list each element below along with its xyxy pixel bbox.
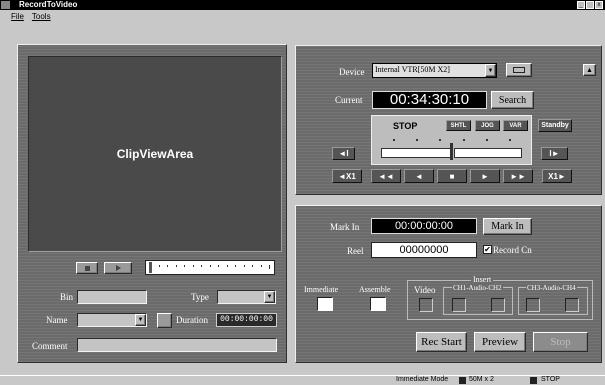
reel-label: Reel <box>347 246 364 256</box>
type-label: Type <box>191 292 209 302</box>
menu-file[interactable]: File <box>11 12 24 21</box>
play-button[interactable]: ► <box>470 169 500 183</box>
shtl-button[interactable]: SHTL <box>446 120 471 131</box>
slider-ticks <box>150 265 270 269</box>
stop-button[interactable]: ■ <box>437 169 467 183</box>
status-state-icon <box>530 377 537 384</box>
window-title: RecordToVideo <box>19 0 78 9</box>
device-label: Device <box>339 67 365 77</box>
comment-label: Comment <box>32 341 68 351</box>
name-select[interactable]: ▼ <box>77 313 147 327</box>
title-bar <box>0 0 605 10</box>
jog-button[interactable]: JOG <box>475 120 500 131</box>
reverse-play-button[interactable]: ◄ <box>404 169 434 183</box>
maximize-button[interactable] <box>586 1 594 9</box>
device-value: Internal VTR[50M X2] <box>375 65 450 74</box>
rec-start-button[interactable]: Rec Start <box>416 332 467 352</box>
stop-record-button[interactable]: Stop <box>533 332 588 352</box>
record-cn-checkbox[interactable]: ✔ <box>483 245 492 254</box>
step-back-button[interactable]: ◄I <box>332 147 355 160</box>
status-format: 50M x 2 <box>469 376 494 383</box>
device-select[interactable]: Internal VTR[50M X2] ▼ <box>372 63 497 78</box>
standby-button[interactable]: Standby <box>538 119 572 132</box>
menu-tools[interactable]: Tools <box>32 12 51 21</box>
state-label: STOP <box>393 121 418 131</box>
close-button[interactable]: x <box>595 1 603 9</box>
eject-icon: ▲ <box>586 66 593 74</box>
status-bar <box>0 375 605 385</box>
duration-label: Duration <box>176 315 208 325</box>
clip-view-label: ClipViewArea <box>116 147 194 161</box>
ch1-toggle[interactable] <box>452 298 466 312</box>
assemble-toggle[interactable] <box>370 297 386 311</box>
bin-label: Bin <box>60 292 74 302</box>
ch3-toggle[interactable] <box>526 298 540 312</box>
video-label: Video <box>414 285 436 295</box>
clip-play-button[interactable] <box>104 262 132 274</box>
forward-x1-button[interactable]: X1► <box>542 169 572 183</box>
tape-icon <box>513 67 525 73</box>
mark-in-label: Mark In <box>330 222 360 232</box>
name-dropdown-button[interactable]: ▼ <box>135 314 146 326</box>
current-label: Current <box>335 95 363 105</box>
chevron-down-icon: ▼ <box>487 67 494 74</box>
chevron-down-icon: ▼ <box>137 317 144 323</box>
status-mode: Immediate Mode <box>396 376 449 383</box>
mark-in-button[interactable]: Mark In <box>483 218 532 235</box>
shuttle-bar-left[interactable] <box>381 148 451 158</box>
immediate-toggle[interactable] <box>317 297 333 311</box>
stop-icon <box>84 265 90 271</box>
rewind-button[interactable]: ◄◄ <box>371 169 401 183</box>
preview-button[interactable]: Preview <box>474 332 526 352</box>
ch34-label: CH3-Audio-CH4 <box>526 284 577 292</box>
search-button[interactable]: Search <box>491 91 534 109</box>
current-timecode: 00:34:30:10 <box>372 91 487 109</box>
type-select[interactable]: ▼ <box>217 290 276 304</box>
record-cn-label: Record Cn <box>493 245 532 255</box>
clip-stop-button[interactable] <box>76 262 98 274</box>
transport-row: ◄X1 ◄◄ ◄ ■ ► ►► X1► <box>332 169 572 183</box>
mark-in-value: 00:00:00:00 <box>371 218 477 234</box>
shuttle-bar-right[interactable] <box>454 148 522 158</box>
assemble-label: Assemble <box>359 285 391 294</box>
play-icon <box>115 265 121 271</box>
type-dropdown-button[interactable]: ▼ <box>264 291 275 303</box>
comment-field[interactable] <box>77 338 277 352</box>
ch4-toggle[interactable] <box>565 298 579 312</box>
eject-button[interactable]: ▲ <box>583 64 596 76</box>
device-settings-button[interactable] <box>506 63 532 77</box>
clip-view-area: ClipViewArea <box>28 56 282 252</box>
fast-forward-button[interactable]: ►► <box>503 169 533 183</box>
menu-bar: File Tools <box>0 10 605 22</box>
insert-label: Insert <box>471 275 494 284</box>
ch12-label: CH1-Audio-CH2 <box>452 284 503 292</box>
name-label: Name <box>46 315 68 325</box>
ch2-toggle[interactable] <box>491 298 505 312</box>
var-button[interactable]: VAR <box>503 120 528 131</box>
duration-toggle[interactable] <box>157 313 172 328</box>
status-state: STOP <box>541 376 560 383</box>
minimize-button[interactable]: _ <box>577 1 585 9</box>
slider-thumb[interactable] <box>149 262 152 273</box>
window-controls: _ x <box>577 1 603 9</box>
bin-field[interactable] <box>77 290 147 304</box>
video-toggle[interactable] <box>419 298 433 312</box>
shuttle-ticks <box>382 139 522 141</box>
app-icon <box>1 1 10 9</box>
reel-field[interactable]: 00000000 <box>371 242 477 258</box>
device-dropdown-button[interactable]: ▼ <box>485 64 496 77</box>
rewind-x1-button[interactable]: ◄X1 <box>332 169 362 183</box>
step-forward-button[interactable]: I► <box>541 147 568 160</box>
chevron-down-icon: ▼ <box>266 294 273 300</box>
shuttle-indicator[interactable] <box>450 143 453 160</box>
immediate-label: Immediate <box>304 285 339 294</box>
duration-value: 00:00:00:00 <box>216 313 277 327</box>
status-format-icon <box>459 377 466 384</box>
clip-position-slider[interactable] <box>145 260 275 275</box>
